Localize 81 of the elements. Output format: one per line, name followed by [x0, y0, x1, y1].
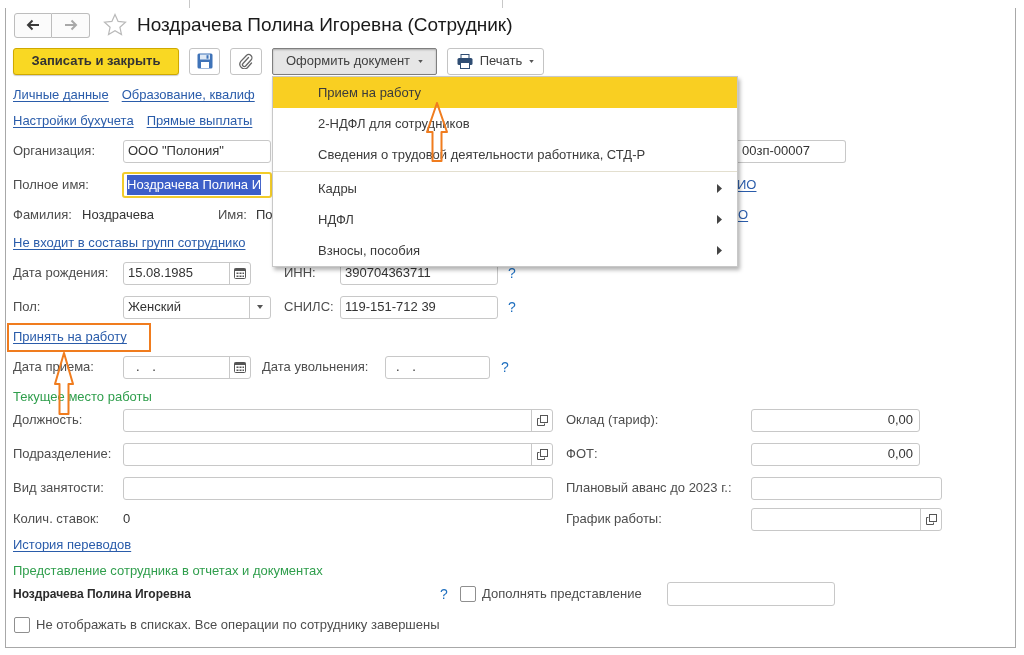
input-field[interactable]: 119-151-712 39 — [340, 295, 498, 319]
input-field[interactable]: Ноздрачева Полина И — [122, 172, 272, 198]
link[interactable]: История переводов — [13, 535, 132, 555]
help-link[interactable]: ? — [501, 356, 509, 378]
field-label: СНИЛС: — [284, 298, 334, 317]
input-field[interactable]: 0,00 — [751, 442, 920, 466]
field-label: Вид занятости: — [13, 479, 104, 498]
field-label: Имя: — [218, 206, 247, 225]
field-label: Полное имя: — [13, 176, 89, 195]
checkbox-label: Не отображать в списках. Все операции по сотруднику завершены — [36, 617, 440, 633]
field-value: По — [256, 206, 273, 225]
paperclip-icon — [239, 53, 253, 69]
link[interactable]: О — [738, 205, 749, 225]
input-field[interactable] — [123, 476, 553, 500]
field-value: 0 — [123, 510, 131, 529]
link[interactable]: Принять на работу — [13, 327, 127, 347]
field-label: Плановый аванс до 2023 г.: — [566, 479, 732, 498]
section-link[interactable]: Образование, квалиф — [121, 85, 255, 105]
date-field[interactable]: 15.08.1985 — [123, 261, 251, 285]
printer-icon — [456, 53, 473, 69]
input-field[interactable] — [751, 507, 942, 531]
field-label: Дата рождения: — [13, 264, 109, 283]
checkbox[interactable] — [14, 617, 30, 633]
field-label: Подразделение: — [13, 445, 112, 464]
field-label: Должность: — [13, 411, 83, 430]
submenu-arrow-icon — [717, 215, 722, 224]
employee-name: Ноздрачева Полина Игоревна — [13, 586, 191, 603]
field-value: Ноздрачева — [82, 206, 154, 225]
copy-icon — [536, 448, 548, 460]
back-button[interactable] — [14, 12, 52, 38]
date-field[interactable]: . . — [123, 355, 251, 379]
field-label: Организация: — [13, 142, 96, 161]
menu-item[interactable]: Прием на работу — [273, 77, 737, 108]
field-label: Пол: — [13, 298, 41, 317]
left-arrow-icon — [26, 19, 40, 31]
copy-icon — [536, 414, 548, 426]
input-field[interactable] — [123, 408, 553, 432]
menu-item[interactable]: НДФЛ — [273, 204, 737, 235]
field-label: Оклад (тариф): — [566, 411, 659, 430]
right-arrow-icon — [63, 19, 78, 31]
calendar-icon — [234, 267, 246, 279]
input-field[interactable]: ООО "Полония" — [123, 139, 271, 163]
document-menu-button[interactable]: Оформить документ — [272, 47, 437, 75]
field-label: Фамилия: — [13, 206, 72, 225]
section-title: Представление сотрудника в отчетах и документах — [13, 562, 323, 581]
dropdown-field[interactable]: Женский — [123, 295, 271, 319]
menu-item[interactable]: Взносы, пособия — [273, 235, 737, 266]
section-link[interactable]: Личные данные — [13, 85, 109, 105]
checkbox-label: Дополнять представление — [482, 585, 642, 604]
input-field[interactable] — [667, 582, 835, 606]
menu-item[interactable]: Кадры — [273, 173, 737, 204]
calendar-icon — [234, 361, 246, 373]
input-field[interactable]: 0,00 — [751, 408, 920, 432]
save-and-close-button[interactable]: Записать и закрыть — [13, 47, 179, 75]
link[interactable]: ИО — [737, 175, 757, 195]
date-field[interactable]: . . — [385, 355, 490, 379]
checkbox[interactable] — [460, 586, 476, 602]
caret-icon — [418, 59, 424, 63]
field-label: График работы: — [566, 510, 662, 529]
link[interactable]: Не входит в составы групп сотруднико — [13, 233, 246, 253]
input-field[interactable] — [751, 476, 942, 500]
star-icon[interactable] — [103, 13, 127, 37]
input-field[interactable]: 00зп-00007 — [738, 139, 846, 163]
section-link[interactable]: Настройки бухучета — [13, 111, 134, 131]
field-label: ИНН: — [284, 264, 316, 283]
field-label: ФОТ: — [566, 445, 598, 464]
help-link[interactable]: ? — [440, 583, 448, 605]
window-title: Ноздрачева Полина Игоревна (Сотрудник) — [137, 12, 513, 37]
copy-icon — [925, 513, 937, 525]
caret-icon — [529, 59, 535, 63]
save-button[interactable] — [189, 47, 220, 75]
field-label: Дата увольнения: — [262, 358, 369, 377]
field-label: Колич. ставок: — [13, 510, 100, 529]
submenu-arrow-icon — [717, 184, 722, 193]
section-link[interactable]: Прямые выплаты — [146, 111, 253, 131]
attach-button[interactable] — [230, 47, 262, 75]
help-link[interactable]: ? — [508, 296, 516, 318]
input-field[interactable] — [123, 442, 553, 466]
caret-icon — [257, 305, 263, 309]
submenu-arrow-icon — [717, 246, 722, 255]
print-button[interactable]: Печать — [447, 47, 544, 75]
